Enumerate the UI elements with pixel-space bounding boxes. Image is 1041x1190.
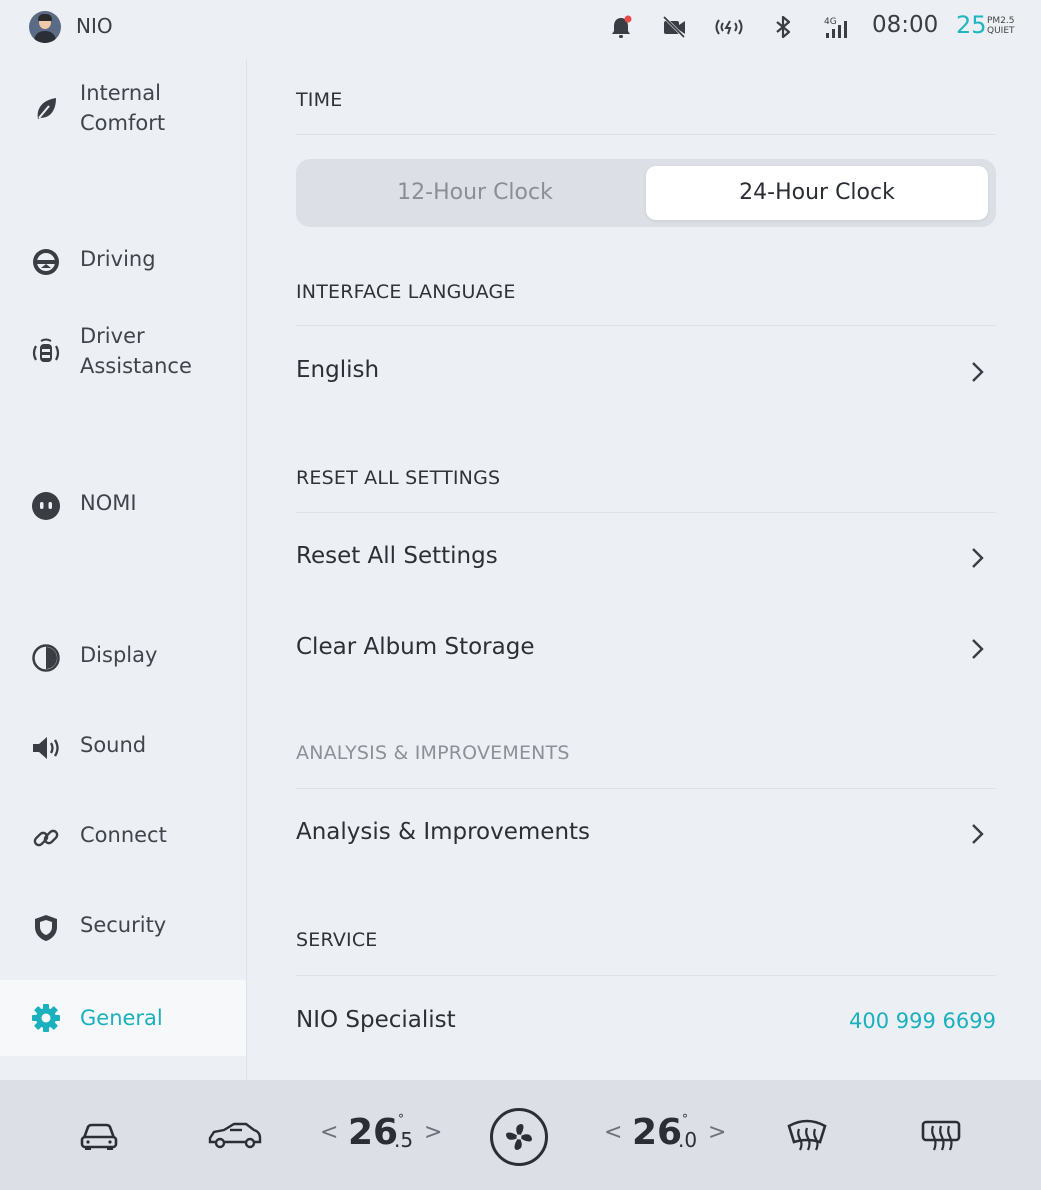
sidebar-item-label: Driver Assistance — [80, 324, 192, 378]
sidebar-item-driving[interactable]: Driving — [0, 244, 246, 278]
sidebar-item-label: Security — [80, 913, 167, 937]
chevron-right-icon — [972, 362, 984, 382]
sidebar-item-display[interactable]: Display — [0, 640, 246, 674]
status-bar: NIO 4G 08:00 25 PM2.5 QUIET — [0, 0, 1041, 54]
nio-specialist-row: NIO Specialist 400 999 6699 — [296, 993, 996, 1049]
right-temp-degree: ° — [682, 1112, 688, 1126]
sidebar-item-connect[interactable]: Connect — [0, 820, 246, 854]
sidebar-item-label: NOMI — [80, 491, 137, 515]
rear-defrost-icon[interactable] — [918, 1112, 964, 1158]
sidebar-item-label: Display — [80, 643, 158, 667]
link-icon — [33, 829, 59, 847]
leaf-icon — [37, 98, 56, 119]
speaker-icon — [33, 737, 59, 759]
notification-bell-icon[interactable] — [608, 14, 634, 40]
gear-icon — [32, 1004, 60, 1032]
sidebar-item-security[interactable]: Security — [0, 910, 246, 944]
sidebar-item-label: Sound — [80, 733, 147, 757]
fan-button[interactable] — [490, 1108, 548, 1166]
divider — [296, 134, 996, 135]
section-title-analysis-improvements: ANALYSIS & IMPROVEMENTS — [296, 742, 570, 764]
service-phone-link[interactable]: 400 999 6699 — [849, 1009, 996, 1033]
row-label: Clear Album Storage — [296, 634, 535, 660]
left-temp-decimal: .5 — [394, 1128, 414, 1152]
avatar[interactable] — [29, 11, 61, 43]
shield-icon — [35, 915, 57, 941]
section-title-service: SERVICE — [296, 929, 378, 951]
divider — [296, 975, 996, 976]
sidebar-item-driver-assistance[interactable]: Driver Assistance — [0, 320, 246, 384]
climate-bar: < 26 ° .5 > < 26 ° .0 > — [0, 1080, 1041, 1190]
chevron-right-icon — [972, 639, 984, 659]
row-label: NIO Specialist — [296, 1007, 456, 1033]
camera-off-icon[interactable] — [661, 14, 687, 40]
sidebar-item-label: Driving — [80, 247, 156, 271]
divider — [296, 325, 996, 326]
air-quality-status: QUIET — [987, 26, 1015, 36]
right-temp-value: 26 — [632, 1112, 683, 1153]
sidebar-item-nomi[interactable]: NOMI — [0, 488, 246, 522]
signal-4g-icon: 4G — [824, 17, 847, 38]
driver-assist-icon — [32, 338, 60, 362]
sidebar-item-sound[interactable]: Sound — [0, 730, 246, 764]
section-title-reset-all-settings: RESET ALL SETTINGS — [296, 467, 501, 489]
sidebar-item-general[interactable]: General — [0, 980, 246, 1056]
left-temp-increase-button[interactable]: > — [424, 1120, 442, 1145]
clock-format-segmented-control: 12-Hour Clock 24-Hour Clock — [296, 159, 996, 227]
sidebar-divider — [246, 60, 247, 1080]
language-value: English — [296, 357, 380, 383]
chevron-right-icon — [972, 548, 984, 568]
clock: 08:00 — [872, 12, 939, 38]
right-temp-increase-button[interactable]: > — [708, 1120, 726, 1145]
sidebar-item-label: General — [80, 1006, 163, 1030]
option-12-hour-clock[interactable]: 12-Hour Clock — [304, 166, 646, 220]
left-temp-degree: ° — [398, 1112, 404, 1126]
car-open-icon[interactable] — [204, 1112, 264, 1158]
section-title-time: TIME — [296, 89, 343, 111]
reset-all-settings-row[interactable]: Reset All Settings — [296, 529, 996, 585]
left-temp-value: 26 — [348, 1112, 399, 1153]
option-24-hour-clock[interactable]: 24-Hour Clock — [646, 166, 988, 220]
left-temperature-control: < 26 ° .5 > — [320, 1110, 442, 1160]
hotspot-icon[interactable] — [713, 14, 745, 40]
fan-icon — [506, 1124, 532, 1150]
display-icon — [32, 644, 60, 672]
air-quality-unit: PM2.5 — [987, 16, 1015, 26]
steering-wheel-icon — [33, 249, 59, 275]
section-title-interface-language: INTERFACE LANGUAGE — [296, 281, 516, 303]
chevron-right-icon — [972, 824, 984, 844]
left-temp-decrease-button[interactable]: < — [320, 1120, 338, 1145]
clear-album-storage-row[interactable]: Clear Album Storage — [296, 620, 996, 676]
right-temp-decimal: .0 — [678, 1128, 698, 1152]
air-quality-label: PM2.5 QUIET — [987, 16, 1015, 36]
row-label: Analysis & Improvements — [296, 819, 591, 845]
language-row[interactable]: English — [296, 343, 996, 399]
brand-label: NIO — [76, 14, 113, 38]
bluetooth-icon[interactable] — [770, 14, 796, 40]
sidebar-item-internal-comfort[interactable]: Internal Comfort — [0, 76, 246, 140]
divider — [296, 788, 996, 789]
analysis-improvements-row[interactable]: Analysis & Improvements — [296, 805, 996, 861]
car-icon[interactable] — [76, 1112, 122, 1158]
divider — [296, 512, 996, 513]
right-temp-decrease-button[interactable]: < — [604, 1120, 622, 1145]
air-quality-value[interactable]: 25 — [956, 11, 987, 39]
front-defrost-icon[interactable] — [784, 1112, 830, 1158]
row-label: Reset All Settings — [296, 543, 498, 569]
nomi-icon — [32, 492, 60, 520]
network-label: 4G — [824, 17, 837, 27]
sidebar-item-label: Connect — [80, 823, 167, 847]
right-temperature-control: < 26 ° .0 > — [604, 1110, 726, 1160]
sidebar-item-label: Internal Comfort — [80, 81, 166, 135]
